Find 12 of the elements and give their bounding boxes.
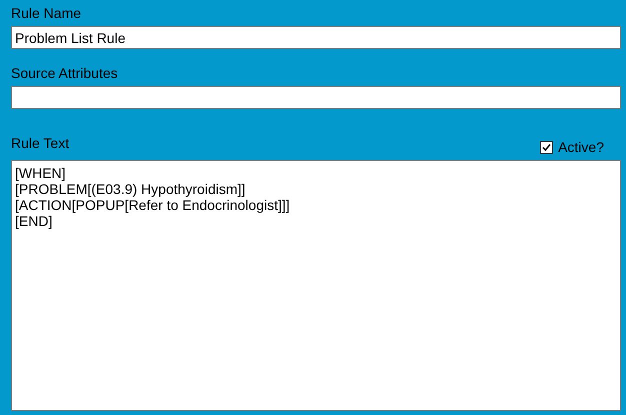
- rule-text-area[interactable]: [WHEN] [PROBLEM[(E03.9) Hypothyroidism]] [ACTION[POPUP[Refer to Endocrinologist]]] [END]: [11, 160, 621, 411]
- rule-text-line: [END]: [15, 213, 54, 229]
- source-attributes-field[interactable]: [11, 86, 621, 109]
- rule-text-line: [ACTION[POPUP[Refer to Endocrinologist]]]: [15, 197, 291, 213]
- checkbox-label: Active?: [558, 138, 604, 156]
- rule-text-line: [PROBLEM[(E03.9) Hypothyroidism]]: [15, 181, 246, 197]
- field-label: Rule Name: [11, 4, 82, 22]
- active-checkbox[interactable]: [540, 140, 554, 154]
- field-label: Source Attributes: [11, 64, 119, 82]
- rule-name-field[interactable]: Problem List Rule: [11, 26, 621, 49]
- field-label: Rule Text: [11, 134, 70, 152]
- rule-text-line: [WHEN]: [15, 165, 67, 181]
